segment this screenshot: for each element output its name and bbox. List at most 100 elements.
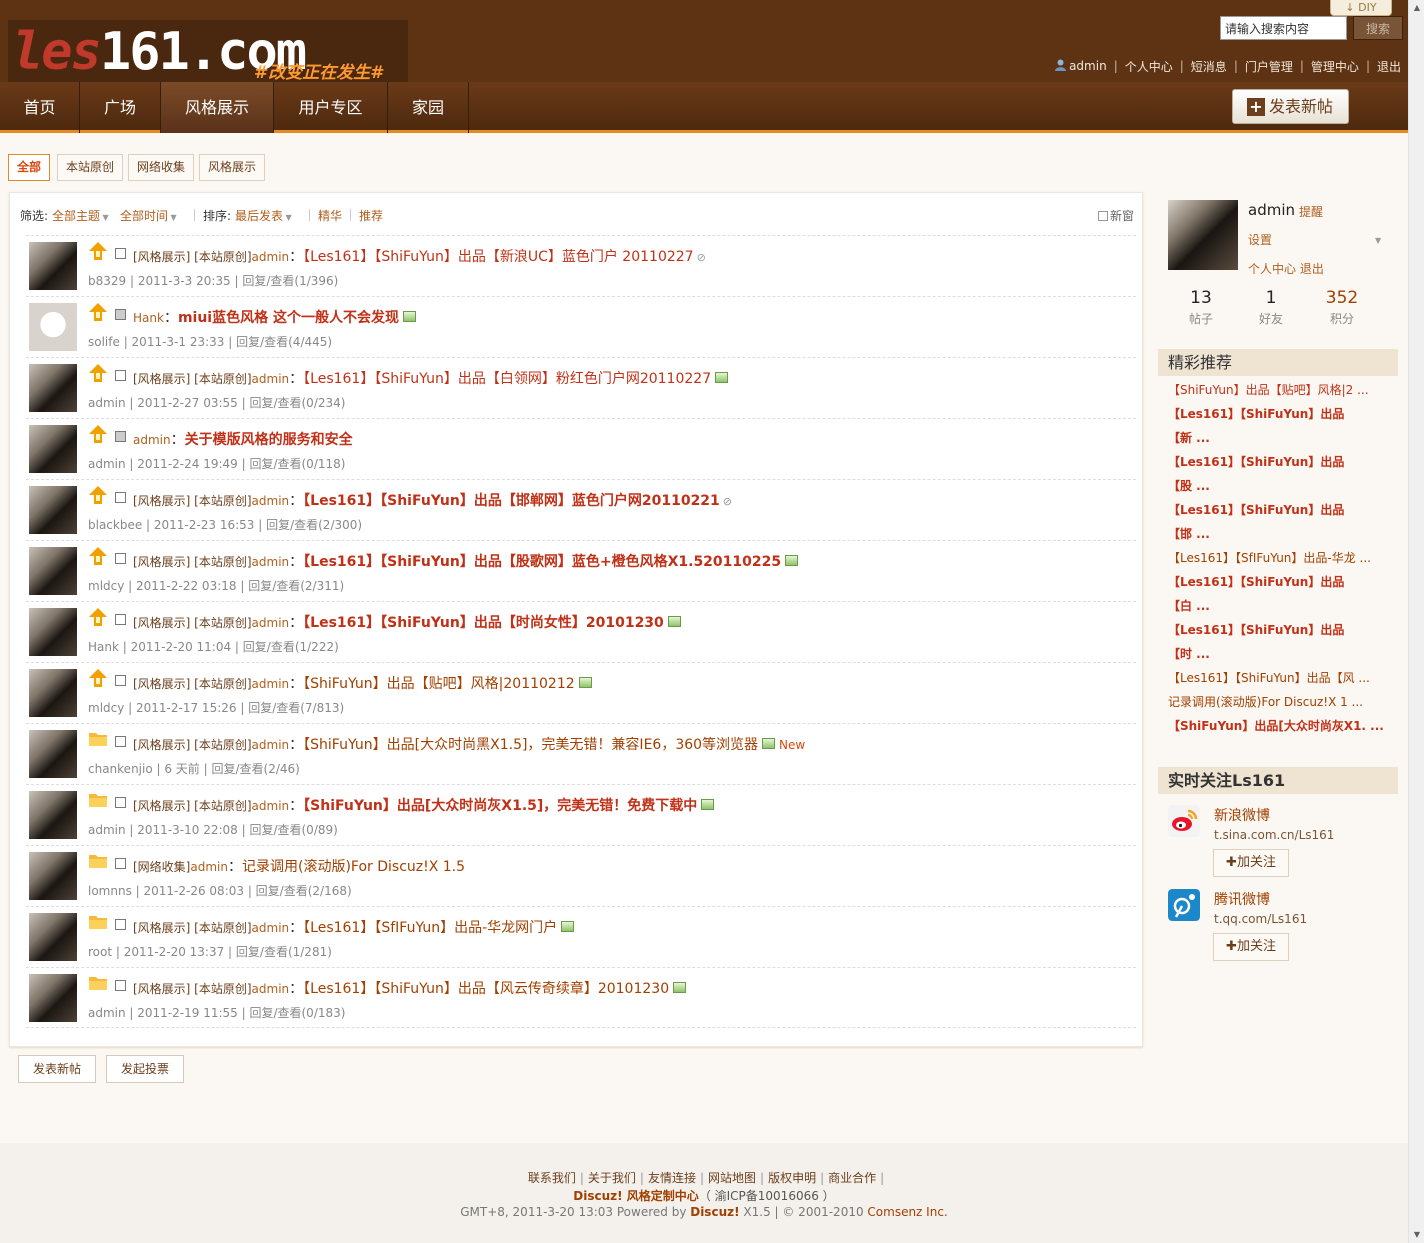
tab-all[interactable]: 全部 <box>8 154 51 181</box>
avatar[interactable] <box>29 425 77 473</box>
avatar[interactable] <box>29 669 77 717</box>
thread-category[interactable]: [风格展示] [本站原创] <box>133 555 252 569</box>
follow-name[interactable]: 腾讯微博 <box>1214 889 1270 909</box>
last-poster[interactable]: admin <box>88 1006 126 1020</box>
thread-checkbox[interactable] <box>115 370 126 381</box>
stat-friends[interactable]: 1 好友 <box>1241 288 1301 327</box>
thread-author[interactable]: admin <box>252 555 290 569</box>
thread-title[interactable]: 【ShiFuYun】出品[大众时尚黑X1.5]，完美无错！兼容IE6，360等浏… <box>303 737 758 753</box>
nav-item-plaza[interactable]: 广场 <box>80 82 161 133</box>
thread-title[interactable]: 【Les161】【ShiFuYun】出品【风云传奇续章】20101230 <box>303 981 669 997</box>
follow-button[interactable]: ✚加关注 <box>1213 933 1289 961</box>
thread-title[interactable]: 关于模版风格的服务和安全 <box>185 432 353 448</box>
scroll-up-arrow-icon[interactable]: ▲ <box>1409 0 1424 16</box>
thread-author[interactable]: admin <box>252 921 290 935</box>
thread-author[interactable]: admin <box>190 860 228 874</box>
nav-item-home[interactable]: 首页 <box>0 82 80 133</box>
pick-item[interactable]: 【时 ... <box>1168 644 1398 668</box>
thread-title[interactable]: miui蓝色风格 这个一般人不会发现 <box>178 310 399 326</box>
pick-item[interactable]: 记录调用(滚动版)For Discuz!X 1 ... <box>1168 692 1398 716</box>
user-link-admin[interactable]: admin <box>1048 59 1114 73</box>
profile-name[interactable]: admin <box>1248 201 1295 219</box>
thread-title[interactable]: 【Les161】【ShiFuYun】出品【新浪UC】蓝色门户 20110227 <box>303 249 693 265</box>
last-poster[interactable]: solife <box>88 335 120 349</box>
thread-checkbox[interactable] <box>115 553 126 564</box>
new-post-button[interactable]: + 发表新帖 <box>1232 89 1349 124</box>
user-link-messages[interactable]: 短消息 <box>1184 58 1234 75</box>
avatar[interactable] <box>29 608 77 656</box>
avatar[interactable] <box>29 791 77 839</box>
thread-author[interactable]: admin <box>252 250 290 264</box>
pick-item[interactable]: 【Les161】【ShiFuYun】出品 <box>1168 452 1398 476</box>
tab-styles[interactable]: 风格展示 <box>199 154 266 181</box>
nav-item-user-zone[interactable]: 用户专区 <box>274 82 388 133</box>
thread-title[interactable]: 【ShiFuYun】出品[大众时尚灰X1.5]，完美无错！免费下载中 <box>303 798 697 814</box>
new-poll-button[interactable]: 发起投票 <box>106 1055 185 1083</box>
thread-category[interactable]: [风格展示] [本站原创] <box>133 799 252 813</box>
thread-author[interactable]: admin <box>252 677 290 691</box>
footer-discuz-link[interactable]: Discuz! <box>690 1205 739 1219</box>
last-poster[interactable]: mldcy <box>88 701 124 715</box>
thread-category[interactable]: [风格展示] [本站原创] <box>133 738 252 752</box>
footer-link[interactable]: 版权申明 <box>764 1171 820 1185</box>
footer-link[interactable]: 联系我们 <box>524 1171 580 1185</box>
footer-link[interactable]: 友情连接 <box>644 1171 700 1185</box>
last-poster[interactable]: Hank <box>88 640 119 654</box>
thread-checkbox[interactable] <box>115 919 126 930</box>
stat-posts[interactable]: 13 帖子 <box>1171 288 1231 327</box>
thread-title[interactable]: 记录调用(滚动版)For Discuz!X 1.5 <box>242 859 465 875</box>
thread-author[interactable]: Hank <box>133 311 164 325</box>
thread-author[interactable]: admin <box>252 616 290 630</box>
new-post-bottom-button[interactable]: 发表新帖 <box>18 1055 97 1083</box>
thread-category[interactable]: [风格展示] [本站原创] <box>133 677 252 691</box>
footer-icp[interactable]: （ 渝ICP备10016066 ） <box>699 1189 835 1203</box>
last-poster[interactable]: chankenjio <box>88 762 153 776</box>
user-link-portal-admin[interactable]: 门户管理 <box>1238 58 1300 75</box>
thread-title[interactable]: 【ShiFuYun】出品【贴吧】风格|20110212 <box>303 676 574 692</box>
profile-settings-link[interactable]: 设置 <box>1248 231 1272 248</box>
profile-links[interactable]: 个人中心 退出 <box>1248 260 1324 277</box>
nav-item-home-space[interactable]: 家园 <box>388 82 469 133</box>
footer-comsenz-link[interactable]: Comsenz Inc. <box>867 1205 947 1219</box>
thread-checkbox[interactable] <box>115 492 126 503</box>
avatar[interactable] <box>1168 200 1238 270</box>
thread-checkbox[interactable] <box>115 614 126 625</box>
pick-item[interactable]: 【Les161】【SfIFuYun】出品-华龙 ... <box>1168 548 1398 572</box>
pick-item[interactable]: 【白 ... <box>1168 596 1398 620</box>
last-poster[interactable]: admin <box>88 823 126 837</box>
pick-item[interactable]: 【Les161】【ShiFuYun】出品 <box>1168 620 1398 644</box>
filter-recommend[interactable]: 推荐 <box>359 207 383 224</box>
follow-url[interactable]: t.qq.com/Ls161 <box>1214 912 1307 926</box>
pick-item[interactable]: 【Les161】【ShiFuYun】出品 <box>1168 500 1398 524</box>
thread-checkbox[interactable] <box>115 736 126 747</box>
thread-category[interactable]: [风格展示] [本站原创] <box>133 982 252 996</box>
last-poster[interactable]: mldcy <box>88 579 124 593</box>
pick-item[interactable]: 【Les161】【ShiFuYun】出品 <box>1168 572 1398 596</box>
footer-link[interactable]: 关于我们 <box>584 1171 640 1185</box>
thread-checkbox[interactable] <box>115 675 126 686</box>
thread-title[interactable]: 【Les161】【ShiFuYun】出品【时尚女性】20101230 <box>303 615 664 631</box>
thread-title[interactable]: 【Les161】【ShiFuYun】出品【白领网】粉红色门户网20110227 <box>303 371 711 387</box>
footer-brand-link[interactable]: Discuz! 风格定制中心 <box>573 1189 699 1203</box>
last-poster[interactable]: lomnns <box>88 884 132 898</box>
thread-category[interactable]: [风格展示] [本站原创] <box>133 921 252 935</box>
last-poster[interactable]: root <box>88 945 112 959</box>
page-scrollbar[interactable]: ▲ ▼ <box>1408 0 1424 1243</box>
thread-category[interactable]: [风格展示] [本站原创] <box>133 494 252 508</box>
scroll-down-arrow-icon[interactable]: ▼ <box>1409 1227 1424 1243</box>
thread-checkbox[interactable] <box>115 309 126 320</box>
pick-item[interactable]: 【股 ... <box>1168 476 1398 500</box>
site-logo[interactable]: les161.com #改变正在发生# <box>8 20 408 83</box>
new-window-toggle[interactable]: 新窗 <box>1098 207 1134 224</box>
thread-category[interactable]: [风格展示] [本站原创] <box>133 616 252 630</box>
avatar[interactable] <box>29 913 77 961</box>
pick-item[interactable]: 【邯 ... <box>1168 524 1398 548</box>
nav-item-styles[interactable]: 风格展示 <box>161 82 274 133</box>
thread-checkbox[interactable] <box>115 797 126 808</box>
thread-author[interactable]: admin <box>133 433 171 447</box>
pick-item[interactable]: 【Les161】【ShiFuYun】出品 <box>1168 404 1398 428</box>
thread-category[interactable]: [风格展示] [本站原创] <box>133 372 252 386</box>
thread-author[interactable]: admin <box>252 799 290 813</box>
tab-collected[interactable]: 网络收集 <box>128 154 195 181</box>
thread-author[interactable]: admin <box>252 982 290 996</box>
